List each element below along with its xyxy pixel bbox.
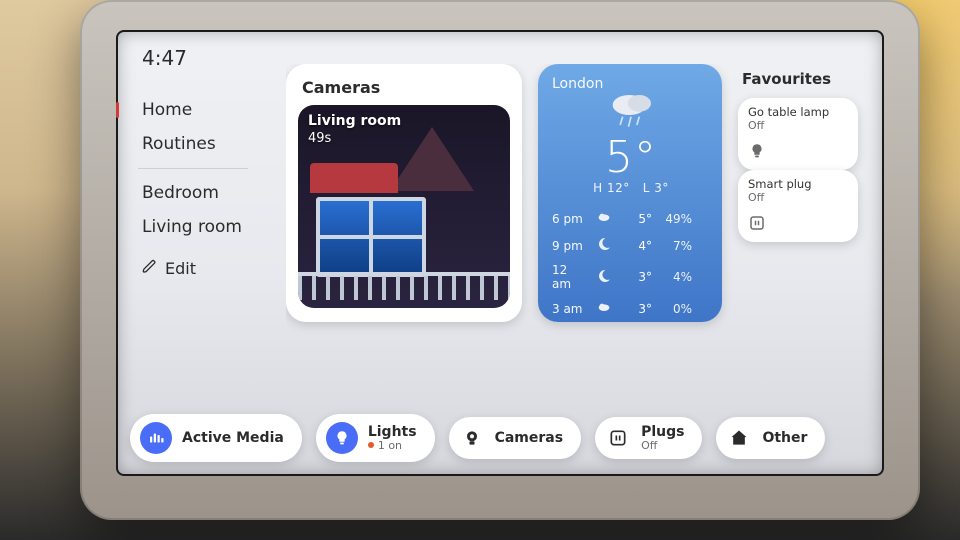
forecast-temp: 3°: [624, 302, 652, 316]
forecast-time: 3 am: [552, 302, 590, 316]
forecast-time: 6 pm: [552, 212, 590, 226]
media-icon: [140, 422, 172, 454]
camera-room-name: Living room: [308, 113, 401, 131]
forecast-humidity: 0%: [658, 302, 692, 316]
forecast-humidity: 49%: [658, 212, 692, 226]
favourite-tile[interactable]: Smart plugOff: [738, 170, 858, 242]
camera-thumbnail-label: Living room 49s: [308, 113, 401, 147]
forecast-row: 12 am 3° 4%: [552, 259, 710, 295]
camera-thumbnail[interactable]: Living room 49s: [298, 105, 510, 308]
cameras-card[interactable]: Cameras Living room 49s: [286, 64, 522, 322]
weather-high: H 12°: [593, 181, 630, 195]
favourites-panel: Favourites Go table lampOffSmart plugOff: [738, 64, 858, 322]
forecast-row: 6 pm 5° 49%: [552, 205, 710, 232]
weather-current: 5° H 12° L 3°: [552, 90, 710, 195]
device-bezel: 4:47 Home Routines Bedroom Living room E…: [80, 0, 920, 520]
bulb-icon: [326, 422, 358, 454]
dock-lights[interactable]: Lights 1 on: [316, 414, 435, 462]
plug-icon: [605, 425, 631, 451]
forecast-humidity: 4%: [658, 270, 692, 284]
sidebar-item-routines[interactable]: Routines: [142, 134, 276, 154]
forecast-temp: 4°: [624, 239, 652, 253]
cameras-card-title: Cameras: [302, 78, 510, 97]
dock-cameras-label: Cameras: [495, 431, 564, 446]
favourites-title: Favourites: [742, 70, 858, 88]
dock: Active Media Lights 1 on Cameras: [130, 414, 884, 462]
plug-icon: [748, 214, 766, 236]
weather-city: London: [552, 76, 710, 92]
thumbnail-scene: [390, 127, 474, 191]
sidebar-divider: [138, 168, 248, 169]
dock-plugs-label: Plugs: [641, 425, 684, 440]
bulb-icon: [748, 142, 766, 164]
dock-active-media-label: Active Media: [182, 431, 284, 446]
favourite-state: Off: [748, 119, 848, 132]
forecast-row: 9 pm 4° 7%: [552, 232, 710, 259]
forecast-time: 12 am: [552, 263, 590, 291]
moon-icon: [596, 236, 618, 255]
content-area: Cameras Living room 49s London: [286, 64, 884, 396]
forecast-row: 3 am 3° 0%: [552, 295, 710, 322]
sidebar-item-home[interactable]: Home: [142, 100, 276, 120]
moon-icon: [596, 268, 618, 287]
sidebar-edit-button[interactable]: Edit: [142, 259, 276, 278]
dock-cameras[interactable]: Cameras: [449, 417, 582, 459]
sidebar: Home Routines Bedroom Living room Edit: [116, 86, 276, 278]
favourite-state: Off: [748, 191, 848, 204]
dock-other-label: Other: [762, 431, 807, 446]
camera-snapshot-age: 49s: [308, 131, 401, 147]
dock-plugs[interactable]: Plugs Off: [595, 417, 702, 459]
forecast-temp: 5°: [624, 212, 652, 226]
forecast-time: 9 pm: [552, 239, 590, 253]
dock-plugs-sub: Off: [641, 440, 684, 452]
dock-other[interactable]: Other: [716, 417, 825, 459]
dock-active-media[interactable]: Active Media: [130, 414, 302, 462]
weather-low: L 3°: [643, 181, 669, 195]
favourite-name: Go table lamp: [748, 106, 848, 119]
favourite-tile[interactable]: Go table lampOff: [738, 98, 858, 170]
cloud-icon: [596, 299, 618, 318]
weather-temp: 5°: [605, 132, 657, 183]
status-dot-icon: [368, 442, 374, 448]
house-icon: [726, 425, 752, 451]
sidebar-edit-label: Edit: [165, 259, 196, 278]
forecast-humidity: 7%: [658, 239, 692, 253]
sidebar-item-bedroom[interactable]: Bedroom: [142, 183, 276, 203]
dock-lights-sub: 1 on: [378, 440, 402, 452]
forecast-temp: 3°: [624, 270, 652, 284]
sidebar-item-living-room[interactable]: Living room: [142, 217, 276, 237]
clock: 4:47: [142, 46, 187, 70]
dock-lights-label: Lights: [368, 425, 417, 440]
pencil-icon: [142, 259, 157, 278]
cloud-icon: [596, 209, 618, 228]
favourite-name: Smart plug: [748, 178, 848, 191]
weather-forecast: 6 pm 5° 49% 9 pm 4° 7% 12 am 3° 4% 3 am 3° 0%: [552, 205, 710, 322]
camera-icon: [459, 425, 485, 451]
weather-card[interactable]: London 5° H 12° L 3° 6 pm 5° 49% 9 pm 4° 7% 12…: [538, 64, 722, 322]
rain-cloud-icon: [604, 90, 658, 134]
screen: 4:47 Home Routines Bedroom Living room E…: [116, 30, 884, 476]
